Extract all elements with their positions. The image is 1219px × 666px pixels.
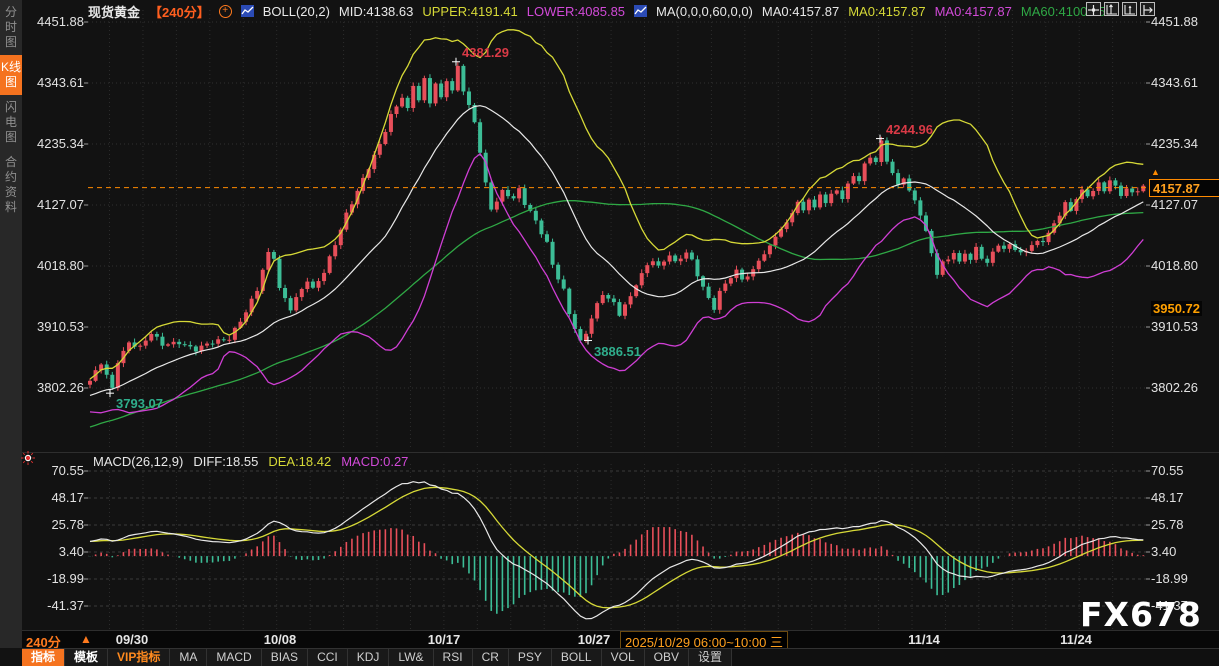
toolbar-button-模板[interactable]: 模板	[65, 649, 108, 666]
axis-scale-icon[interactable]	[1104, 2, 1119, 16]
macd-macd-value: MACD:0.27	[341, 454, 408, 469]
indicator-chart-icon[interactable]	[241, 5, 254, 17]
macd-tick-label: -18.99	[1151, 571, 1188, 586]
live-pulse-icon	[21, 451, 35, 465]
sidebar-item-合约资料[interactable]: 合约资料	[0, 150, 22, 220]
macd-header: MACD(26,12,9) DIFF:18.55 DEA:18.42 MACD:…	[93, 454, 408, 469]
toolbar-button-BIAS[interactable]: BIAS	[262, 649, 308, 666]
time-axis-row: 240分 ▲ 2025/10/29 06:00~10:00 三 09/3010/…	[22, 631, 1219, 648]
price-tick-label: 4343.61	[28, 75, 84, 90]
sidebar: 分时图K线图闪电图合约资料	[0, 0, 22, 648]
date-label: 10/27	[578, 632, 611, 647]
toolbar-button-CR[interactable]: CR	[473, 649, 509, 666]
price-tick-label: 4127.07	[28, 197, 84, 212]
reference-price-label: 3950.72	[1151, 301, 1202, 316]
sidebar-item-分时图[interactable]: 分时图	[0, 0, 22, 55]
macd-tick-label: 48.17	[28, 490, 84, 505]
sidebar-item-K线图[interactable]: K线图	[0, 55, 22, 95]
toolbar-button-MA[interactable]: MA	[170, 649, 207, 666]
price-tick-label: 3910.53	[1151, 319, 1198, 334]
toolbar-button-MACD[interactable]: MACD	[207, 649, 261, 666]
toolbar-button-RSI[interactable]: RSI	[434, 649, 473, 666]
price-tick-label: 4451.88	[1151, 14, 1198, 29]
date-label: 09/30	[116, 632, 149, 647]
high-price-marker: 4381.29	[462, 45, 509, 60]
axis-zoom-icon[interactable]	[1122, 2, 1137, 16]
date-label: 10/17	[428, 632, 461, 647]
panel-divider	[22, 452, 1219, 453]
sidebar-item-闪电图[interactable]: 闪电图	[0, 95, 22, 150]
toolbar-button-指标[interactable]: 指标	[22, 649, 65, 666]
toolbar-button-PSY[interactable]: PSY	[509, 649, 552, 666]
toolbar-button-设置[interactable]: 设置	[689, 649, 732, 666]
toolbar-button-BOLL[interactable]: BOLL	[552, 649, 602, 666]
trading-app-window: 分时图K线图闪电图合约资料 现货黄金 【240分】 + BOLL(20,2) M…	[0, 0, 1219, 666]
toolbar-button-CCI[interactable]: CCI	[308, 649, 348, 666]
move-icon[interactable]	[1086, 2, 1101, 16]
boll-upper-value: UPPER:4191.41	[422, 4, 517, 19]
macd-tick-label: 25.78	[28, 517, 84, 532]
price-tick-label: 3802.26	[28, 380, 84, 395]
boll-label: BOLL(20,2)	[263, 4, 330, 19]
toolbar-button-VIP指标[interactable]: VIP指标	[108, 649, 170, 666]
ma0-yellow-value: MA0:4157.87	[848, 4, 925, 19]
toolbar-button-KDJ[interactable]: KDJ	[348, 649, 390, 666]
macd-tick-label: -18.99	[28, 571, 84, 586]
symbol-name: 现货黄金	[88, 2, 140, 21]
period-label: 【240分】	[149, 2, 210, 21]
ma0-magenta-value: MA0:4157.87	[935, 4, 1012, 19]
price-tick-label: 4127.07	[1151, 197, 1198, 212]
high-price-marker: 4244.96	[886, 122, 933, 137]
chart-tools	[1086, 2, 1155, 16]
add-indicator-icon[interactable]: +	[219, 5, 232, 18]
macd-tick-label: 70.55	[1151, 463, 1184, 478]
date-label: 10/08	[264, 632, 297, 647]
chart-canvas[interactable]	[0, 0, 1219, 666]
indicator-chart-icon[interactable]	[634, 5, 647, 17]
macd-tick-label: 3.40	[1151, 544, 1176, 559]
watermark: FX678	[1080, 595, 1202, 634]
ma-params-label: MA(0,0,0,60,0,0)	[656, 4, 753, 19]
macd-params-label: MACD(26,12,9)	[93, 454, 183, 469]
macd-diff-value: DIFF:18.55	[193, 454, 258, 469]
current-price-badge: 4157.87	[1149, 179, 1219, 197]
price-tick-label: 4451.88	[28, 14, 84, 29]
price-tick-label: 4235.34	[1151, 136, 1198, 151]
date-label: 11/14	[908, 632, 940, 647]
toolbar-button-VOL[interactable]: VOL	[602, 649, 645, 666]
macd-dea-value: DEA:18.42	[268, 454, 331, 469]
low-price-marker: 3886.51	[594, 344, 641, 359]
pan-right-icon[interactable]	[1140, 2, 1155, 16]
price-tick-label: 4235.34	[28, 136, 84, 151]
price-alert-icon: ▲	[1151, 167, 1160, 177]
chart-header: 现货黄金 【240分】 + BOLL(20,2) MID:4138.63 UPP…	[88, 2, 1105, 20]
price-tick-label: 4018.80	[1151, 258, 1198, 273]
ma0-white-value: MA0:4157.87	[762, 4, 839, 19]
macd-tick-label: 25.78	[1151, 517, 1184, 532]
boll-lower-value: LOWER:4085.85	[527, 4, 625, 19]
price-tick-label: 3910.53	[28, 319, 84, 334]
price-tick-label: 4018.80	[28, 258, 84, 273]
date-label: 11/24	[1060, 632, 1092, 647]
price-tick-label: 4343.61	[1151, 75, 1198, 90]
macd-tick-label: 70.55	[28, 463, 84, 478]
macd-tick-label: 3.40	[28, 544, 84, 559]
indicator-toolbar: 指标模板VIP指标MAMACDBIASCCIKDJLW&RSICRPSYBOLL…	[22, 648, 1219, 666]
toolbar-button-LW&[interactable]: LW&	[389, 649, 433, 666]
low-price-marker: 3793.07	[116, 396, 163, 411]
boll-mid-value: MID:4138.63	[339, 4, 413, 19]
price-tick-label: 3802.26	[1151, 380, 1198, 395]
macd-tick-label: -41.37	[28, 598, 84, 613]
timeframe-arrow-icon[interactable]: ▲	[80, 632, 92, 646]
macd-tick-label: 48.17	[1151, 490, 1184, 505]
toolbar-button-OBV[interactable]: OBV	[645, 649, 689, 666]
